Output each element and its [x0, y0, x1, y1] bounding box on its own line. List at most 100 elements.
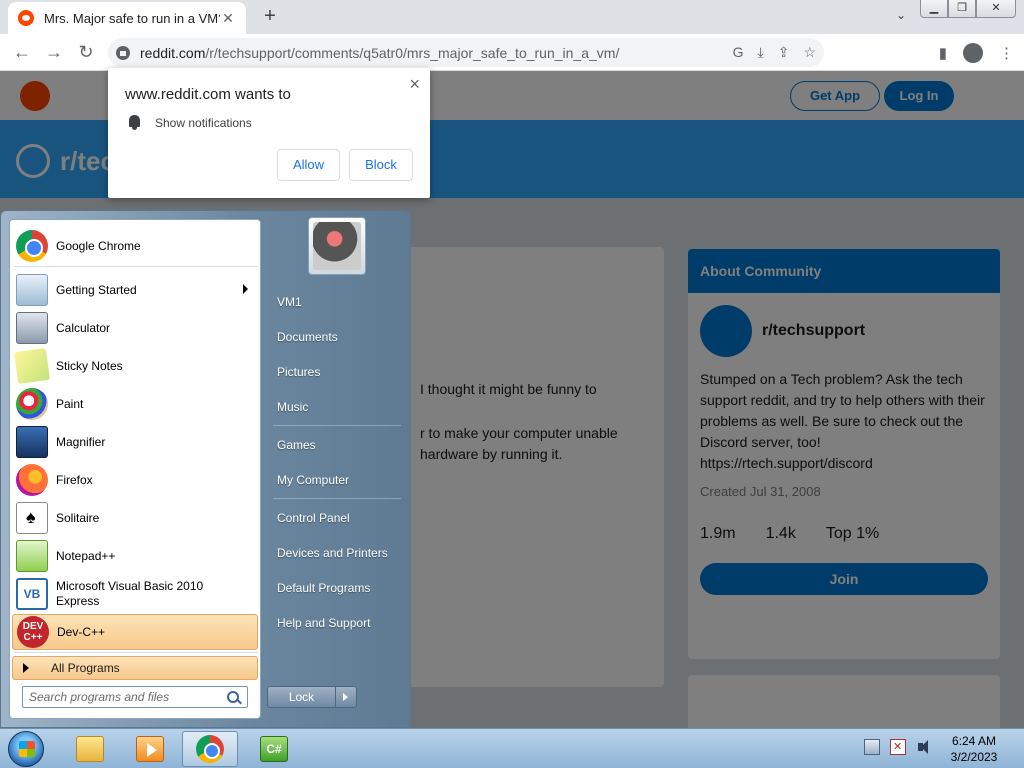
- divider: [273, 498, 401, 499]
- lock-label[interactable]: Lock: [268, 687, 336, 707]
- notification-permission-popup: www.reddit.com wants to × Show notificat…: [108, 68, 430, 198]
- omnibox-actions: G ⤓ ⇪ ☆: [733, 44, 816, 61]
- search-placeholder: Search programs and files: [29, 690, 170, 704]
- program-label: Dev-C++: [57, 624, 106, 639]
- new-tab-button[interactable]: +: [258, 5, 282, 29]
- program-getting-started[interactable]: Getting Started: [12, 272, 258, 308]
- user-avatar-icon: [313, 222, 361, 270]
- right-item-documents[interactable]: Documents: [269, 323, 403, 351]
- program-label: Sticky Notes: [56, 358, 123, 373]
- firefox-icon: [16, 464, 48, 496]
- clock-time: 6:24 AM: [951, 734, 997, 748]
- program-calculator[interactable]: Calculator: [12, 310, 258, 346]
- right-item-default-programs[interactable]: Default Programs: [269, 574, 403, 602]
- volume-icon[interactable]: [916, 739, 932, 755]
- start-menu: Google Chrome Getting Started Calculator…: [0, 210, 411, 728]
- tab-close-icon[interactable]: ✕: [220, 10, 236, 27]
- profile-avatar-icon[interactable]: [963, 43, 983, 63]
- paint-icon: [16, 388, 48, 420]
- program-label: Calculator: [56, 320, 111, 335]
- notepadpp-icon: [16, 540, 48, 572]
- taskbar-windows-explorer[interactable]: [62, 731, 118, 767]
- clock[interactable]: 6:24 AM 3/2/2023: [944, 733, 1004, 765]
- calculator-icon: [16, 312, 48, 344]
- program-label-line: Express: [56, 594, 100, 608]
- search-programs-input[interactable]: Search programs and files: [22, 686, 248, 708]
- toolbar-right: ▮ ⋮: [939, 43, 1014, 63]
- menu-kebab-icon[interactable]: ⋮: [999, 44, 1014, 62]
- magnifier-icon: [16, 426, 48, 458]
- close-window-button[interactable]: ✕: [976, 0, 1016, 18]
- chrome-icon: [196, 735, 224, 763]
- program-label: Microsoft Visual Basic 2010 Express: [56, 579, 203, 609]
- program-label-line: Microsoft Visual Basic 2010: [56, 579, 204, 593]
- start-button[interactable]: [8, 731, 44, 767]
- block-button[interactable]: Block: [349, 149, 413, 181]
- reddit-favicon-icon: [18, 10, 34, 26]
- bookmark-star-icon[interactable]: ☆: [803, 44, 816, 61]
- bell-icon: [129, 115, 140, 130]
- user-picture[interactable]: [308, 217, 366, 275]
- install-icon[interactable]: ⤓: [758, 44, 764, 61]
- browser-tab[interactable]: Mrs. Major safe to run in a VM? ✕: [8, 2, 246, 34]
- google-lens-icon[interactable]: G: [733, 44, 744, 61]
- permission-request: Show notifications: [155, 116, 252, 130]
- taskbar-media-player[interactable]: [122, 731, 178, 767]
- csharp-icon: C#: [260, 736, 288, 762]
- program-solitaire[interactable]: Solitaire: [12, 500, 258, 536]
- program-notepadpp[interactable]: Notepad++: [12, 538, 258, 574]
- right-item-pictures[interactable]: Pictures: [269, 358, 403, 386]
- program-visual-basic[interactable]: VB Microsoft Visual Basic 2010 Express: [12, 576, 258, 612]
- back-button[interactable]: ←: [6, 36, 38, 68]
- right-item-help-support[interactable]: Help and Support: [269, 609, 403, 637]
- search-icon[interactable]: [227, 691, 239, 703]
- submenu-arrow-icon: [243, 284, 248, 294]
- program-label: Google Chrome: [56, 238, 141, 253]
- divider: [273, 425, 401, 426]
- url-text[interactable]: reddit.com/r/techsupport/comments/q5atr0…: [140, 45, 619, 61]
- forward-button[interactable]: →: [38, 36, 70, 68]
- lock-button[interactable]: Lock: [267, 686, 357, 708]
- taskbar-chrome[interactable]: [182, 731, 238, 767]
- url-host: reddit.com: [140, 44, 206, 61]
- share-icon[interactable]: ⇪: [778, 44, 790, 61]
- reload-button[interactable]: ↻: [70, 36, 102, 68]
- solitaire-icon: [16, 502, 48, 534]
- permission-title: www.reddit.com wants to: [125, 86, 291, 103]
- program-paint[interactable]: Paint: [12, 386, 258, 422]
- close-icon[interactable]: ×: [409, 74, 420, 95]
- right-item-devices-printers[interactable]: Devices and Printers: [269, 539, 403, 567]
- chrome-icon: [16, 230, 48, 262]
- program-google-chrome[interactable]: Google Chrome: [12, 228, 258, 264]
- address-bar[interactable]: reddit.com/r/techsupport/comments/q5atr0…: [108, 38, 824, 67]
- restore-button[interactable]: ❐: [948, 0, 976, 18]
- program-firefox[interactable]: Firefox: [12, 462, 258, 498]
- network-icon[interactable]: [864, 739, 880, 755]
- side-panel-icon[interactable]: ▮: [939, 44, 947, 62]
- divider: [14, 652, 258, 653]
- tab-search-icon[interactable]: ⌄: [896, 8, 906, 22]
- action-center-icon[interactable]: [890, 739, 906, 755]
- right-item-games[interactable]: Games: [269, 431, 403, 459]
- program-sticky-notes[interactable]: Sticky Notes: [12, 347, 258, 385]
- program-label: Getting Started: [56, 282, 137, 297]
- shutdown-options-arrow-icon[interactable]: [336, 687, 356, 707]
- right-item-control-panel[interactable]: Control Panel: [269, 504, 403, 532]
- program-label: Notepad++: [56, 548, 116, 563]
- taskbar-csharp[interactable]: C#: [246, 731, 302, 767]
- right-item-vm1[interactable]: VM1: [269, 288, 403, 316]
- visual-basic-icon: VB: [16, 578, 48, 610]
- getting-started-icon: [16, 274, 48, 306]
- right-item-music[interactable]: Music: [269, 393, 403, 421]
- devcpp-icon: DEV C++: [17, 616, 49, 648]
- program-magnifier[interactable]: Magnifier: [12, 424, 258, 460]
- window-controls: ▁ ❐ ✕: [920, 0, 1016, 18]
- right-item-my-computer[interactable]: My Computer: [269, 466, 403, 494]
- program-devcpp[interactable]: DEV C++ Dev-C++: [12, 614, 258, 650]
- allow-button[interactable]: Allow: [277, 149, 340, 181]
- all-programs-button[interactable]: All Programs: [12, 656, 258, 680]
- tab-title: Mrs. Major safe to run in a VM?: [44, 10, 220, 26]
- lock-icon[interactable]: [116, 45, 130, 60]
- minimize-button[interactable]: ▁: [920, 0, 948, 18]
- media-player-icon: [136, 736, 164, 762]
